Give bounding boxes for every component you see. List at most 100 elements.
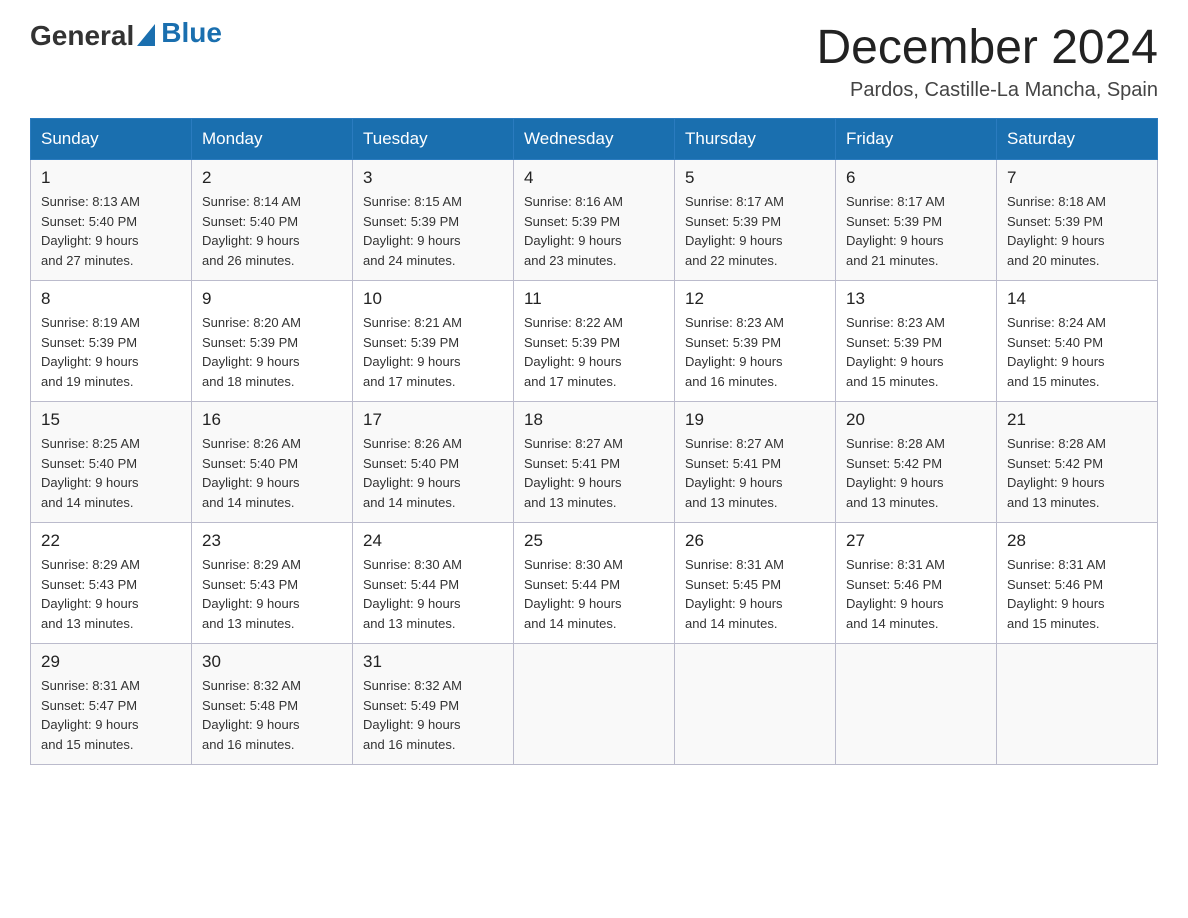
day-number: 28 [1007, 531, 1147, 551]
day-info: Sunrise: 8:16 AM Sunset: 5:39 PM Dayligh… [524, 192, 664, 270]
day-number: 9 [202, 289, 342, 309]
calendar-cell: 2 Sunrise: 8:14 AM Sunset: 5:40 PM Dayli… [192, 160, 353, 281]
calendar-week-row: 15 Sunrise: 8:25 AM Sunset: 5:40 PM Dayl… [31, 402, 1158, 523]
day-number: 16 [202, 410, 342, 430]
calendar-cell: 4 Sunrise: 8:16 AM Sunset: 5:39 PM Dayli… [514, 160, 675, 281]
day-info: Sunrise: 8:31 AM Sunset: 5:46 PM Dayligh… [846, 555, 986, 633]
day-number: 17 [363, 410, 503, 430]
logo-blue-text: Blue [161, 17, 222, 48]
calendar-week-row: 8 Sunrise: 8:19 AM Sunset: 5:39 PM Dayli… [31, 281, 1158, 402]
calendar-cell: 7 Sunrise: 8:18 AM Sunset: 5:39 PM Dayli… [997, 160, 1158, 281]
day-number: 13 [846, 289, 986, 309]
calendar-cell: 5 Sunrise: 8:17 AM Sunset: 5:39 PM Dayli… [675, 160, 836, 281]
day-number: 6 [846, 168, 986, 188]
day-info: Sunrise: 8:25 AM Sunset: 5:40 PM Dayligh… [41, 434, 181, 512]
calendar-cell: 22 Sunrise: 8:29 AM Sunset: 5:43 PM Dayl… [31, 523, 192, 644]
day-info: Sunrise: 8:27 AM Sunset: 5:41 PM Dayligh… [685, 434, 825, 512]
day-info: Sunrise: 8:29 AM Sunset: 5:43 PM Dayligh… [41, 555, 181, 633]
calendar-cell: 24 Sunrise: 8:30 AM Sunset: 5:44 PM Dayl… [353, 523, 514, 644]
day-info: Sunrise: 8:29 AM Sunset: 5:43 PM Dayligh… [202, 555, 342, 633]
calendar-cell: 26 Sunrise: 8:31 AM Sunset: 5:45 PM Dayl… [675, 523, 836, 644]
calendar-week-row: 29 Sunrise: 8:31 AM Sunset: 5:47 PM Dayl… [31, 644, 1158, 765]
day-info: Sunrise: 8:31 AM Sunset: 5:47 PM Dayligh… [41, 676, 181, 754]
day-info: Sunrise: 8:14 AM Sunset: 5:40 PM Dayligh… [202, 192, 342, 270]
calendar-cell: 29 Sunrise: 8:31 AM Sunset: 5:47 PM Dayl… [31, 644, 192, 765]
calendar-cell: 18 Sunrise: 8:27 AM Sunset: 5:41 PM Dayl… [514, 402, 675, 523]
calendar-cell: 13 Sunrise: 8:23 AM Sunset: 5:39 PM Dayl… [836, 281, 997, 402]
day-info: Sunrise: 8:32 AM Sunset: 5:48 PM Dayligh… [202, 676, 342, 754]
calendar-header-row: SundayMondayTuesdayWednesdayThursdayFrid… [31, 119, 1158, 160]
day-number: 2 [202, 168, 342, 188]
day-number: 1 [41, 168, 181, 188]
day-number: 25 [524, 531, 664, 551]
calendar-cell: 1 Sunrise: 8:13 AM Sunset: 5:40 PM Dayli… [31, 160, 192, 281]
calendar-cell: 11 Sunrise: 8:22 AM Sunset: 5:39 PM Dayl… [514, 281, 675, 402]
day-info: Sunrise: 8:21 AM Sunset: 5:39 PM Dayligh… [363, 313, 503, 391]
calendar-cell: 20 Sunrise: 8:28 AM Sunset: 5:42 PM Dayl… [836, 402, 997, 523]
calendar-cell [997, 644, 1158, 765]
logo: General Blue [30, 20, 222, 52]
page-title: December 2024 [816, 20, 1158, 75]
day-number: 24 [363, 531, 503, 551]
day-number: 14 [1007, 289, 1147, 309]
calendar-cell: 6 Sunrise: 8:17 AM Sunset: 5:39 PM Dayli… [836, 160, 997, 281]
calendar-cell: 10 Sunrise: 8:21 AM Sunset: 5:39 PM Dayl… [353, 281, 514, 402]
day-number: 15 [41, 410, 181, 430]
calendar-cell: 14 Sunrise: 8:24 AM Sunset: 5:40 PM Dayl… [997, 281, 1158, 402]
day-info: Sunrise: 8:22 AM Sunset: 5:39 PM Dayligh… [524, 313, 664, 391]
day-number: 21 [1007, 410, 1147, 430]
day-info: Sunrise: 8:18 AM Sunset: 5:39 PM Dayligh… [1007, 192, 1147, 270]
day-info: Sunrise: 8:20 AM Sunset: 5:39 PM Dayligh… [202, 313, 342, 391]
calendar-cell: 25 Sunrise: 8:30 AM Sunset: 5:44 PM Dayl… [514, 523, 675, 644]
day-info: Sunrise: 8:24 AM Sunset: 5:40 PM Dayligh… [1007, 313, 1147, 391]
day-info: Sunrise: 8:26 AM Sunset: 5:40 PM Dayligh… [202, 434, 342, 512]
day-number: 12 [685, 289, 825, 309]
day-info: Sunrise: 8:23 AM Sunset: 5:39 PM Dayligh… [685, 313, 825, 391]
calendar-cell: 12 Sunrise: 8:23 AM Sunset: 5:39 PM Dayl… [675, 281, 836, 402]
day-info: Sunrise: 8:17 AM Sunset: 5:39 PM Dayligh… [685, 192, 825, 270]
calendar-cell: 21 Sunrise: 8:28 AM Sunset: 5:42 PM Dayl… [997, 402, 1158, 523]
day-info: Sunrise: 8:13 AM Sunset: 5:40 PM Dayligh… [41, 192, 181, 270]
calendar-cell [514, 644, 675, 765]
day-info: Sunrise: 8:15 AM Sunset: 5:39 PM Dayligh… [363, 192, 503, 270]
day-number: 3 [363, 168, 503, 188]
calendar-cell: 16 Sunrise: 8:26 AM Sunset: 5:40 PM Dayl… [192, 402, 353, 523]
logo-triangle-icon [137, 24, 155, 51]
day-info: Sunrise: 8:28 AM Sunset: 5:42 PM Dayligh… [1007, 434, 1147, 512]
day-info: Sunrise: 8:30 AM Sunset: 5:44 PM Dayligh… [363, 555, 503, 633]
day-number: 4 [524, 168, 664, 188]
day-number: 19 [685, 410, 825, 430]
calendar-header-wednesday: Wednesday [514, 119, 675, 160]
day-info: Sunrise: 8:23 AM Sunset: 5:39 PM Dayligh… [846, 313, 986, 391]
calendar-cell: 30 Sunrise: 8:32 AM Sunset: 5:48 PM Dayl… [192, 644, 353, 765]
day-number: 30 [202, 652, 342, 672]
calendar-header-monday: Monday [192, 119, 353, 160]
day-number: 23 [202, 531, 342, 551]
day-number: 27 [846, 531, 986, 551]
calendar-cell: 8 Sunrise: 8:19 AM Sunset: 5:39 PM Dayli… [31, 281, 192, 402]
title-block: December 2024 Pardos, Castille-La Mancha… [816, 20, 1158, 102]
day-info: Sunrise: 8:19 AM Sunset: 5:39 PM Dayligh… [41, 313, 181, 391]
logo-general-text: General [30, 20, 134, 52]
calendar-week-row: 22 Sunrise: 8:29 AM Sunset: 5:43 PM Dayl… [31, 523, 1158, 644]
calendar-cell: 15 Sunrise: 8:25 AM Sunset: 5:40 PM Dayl… [31, 402, 192, 523]
calendar-cell [836, 644, 997, 765]
calendar-cell: 23 Sunrise: 8:29 AM Sunset: 5:43 PM Dayl… [192, 523, 353, 644]
calendar-cell: 19 Sunrise: 8:27 AM Sunset: 5:41 PM Dayl… [675, 402, 836, 523]
calendar-cell: 27 Sunrise: 8:31 AM Sunset: 5:46 PM Dayl… [836, 523, 997, 644]
day-number: 5 [685, 168, 825, 188]
day-info: Sunrise: 8:26 AM Sunset: 5:40 PM Dayligh… [363, 434, 503, 512]
calendar-cell: 31 Sunrise: 8:32 AM Sunset: 5:49 PM Dayl… [353, 644, 514, 765]
calendar-week-row: 1 Sunrise: 8:13 AM Sunset: 5:40 PM Dayli… [31, 160, 1158, 281]
page-subtitle: Pardos, Castille-La Mancha, Spain [816, 79, 1158, 102]
calendar-header-saturday: Saturday [997, 119, 1158, 160]
day-info: Sunrise: 8:30 AM Sunset: 5:44 PM Dayligh… [524, 555, 664, 633]
day-info: Sunrise: 8:32 AM Sunset: 5:49 PM Dayligh… [363, 676, 503, 754]
calendar-cell: 28 Sunrise: 8:31 AM Sunset: 5:46 PM Dayl… [997, 523, 1158, 644]
calendar-header-friday: Friday [836, 119, 997, 160]
page-header: General Blue December 2024 Pardos, Casti… [30, 20, 1158, 102]
day-number: 22 [41, 531, 181, 551]
calendar-cell: 9 Sunrise: 8:20 AM Sunset: 5:39 PM Dayli… [192, 281, 353, 402]
day-number: 26 [685, 531, 825, 551]
day-info: Sunrise: 8:28 AM Sunset: 5:42 PM Dayligh… [846, 434, 986, 512]
